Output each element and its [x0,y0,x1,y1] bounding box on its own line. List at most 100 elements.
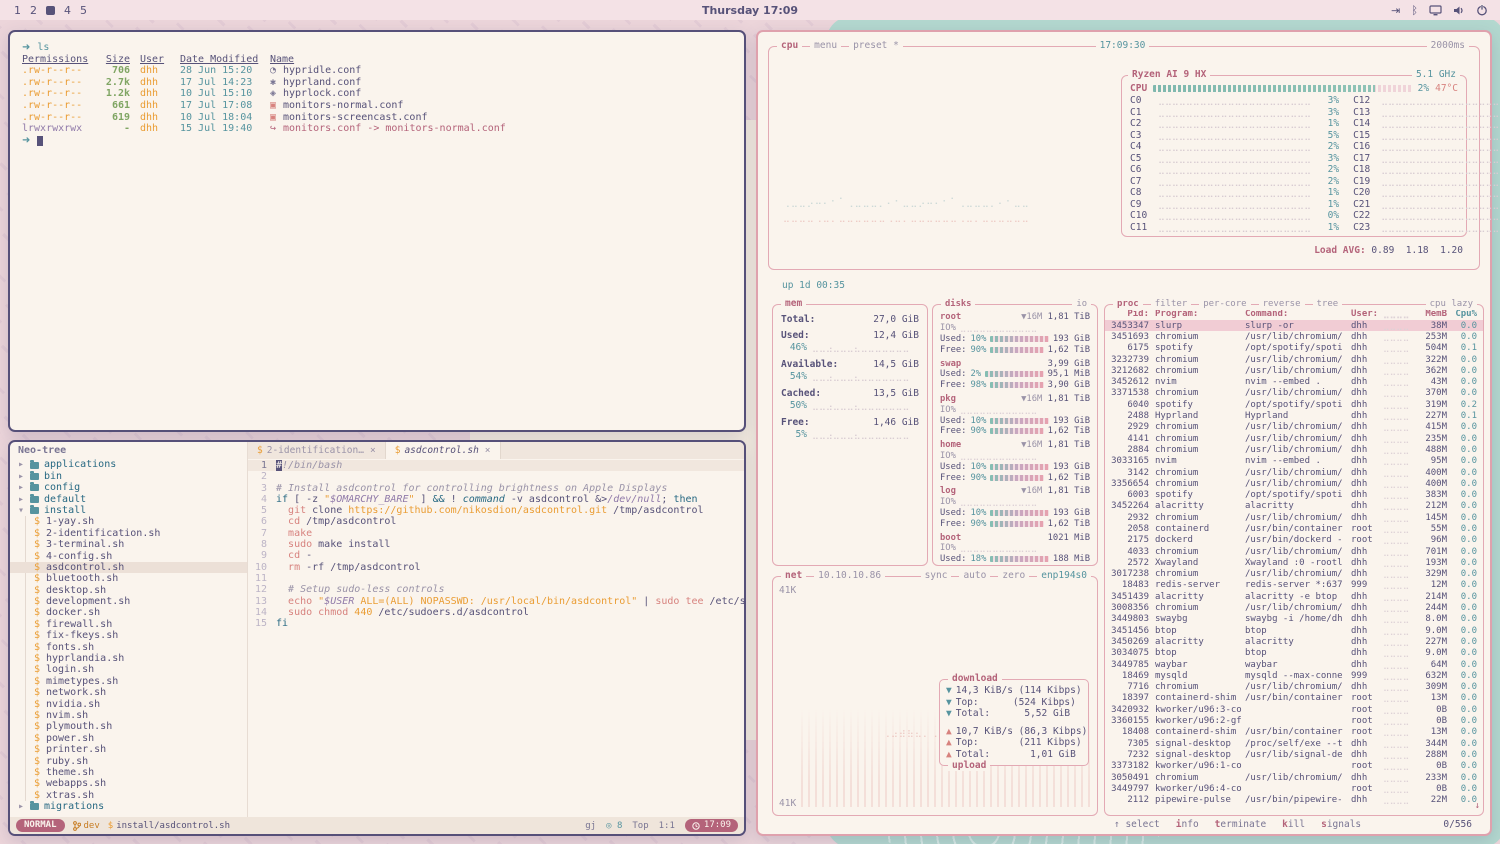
tree-file-asdcontrol.sh[interactable]: $asdcontrol.sh [10,562,247,573]
tree-folder-applications[interactable]: ▸applications [10,459,247,470]
scroll-down-icon[interactable]: ↓ [1475,801,1480,811]
process-row[interactable]: 18397containerd-shim/usr/bin/containerro… [1105,693,1483,704]
process-row[interactable]: 2058containerd/usr/bin/containerroot55M0… [1105,523,1483,534]
close-icon[interactable]: × [370,445,376,456]
tree-folder-default[interactable]: ▸default [10,494,247,505]
process-row[interactable]: 3449797kworker/u96:4-coroot0B0.0 [1105,783,1483,794]
terminal-input-line[interactable]: ➜ [22,135,732,147]
tree-folder-bin[interactable]: ▸bin [10,471,247,482]
process-row[interactable]: 3373182kworker/u96:1-coroot0B0.0 [1105,761,1483,772]
process-row[interactable]: 4141chromium/usr/lib/chromium/dhh235M0.0 [1105,433,1483,444]
process-row[interactable]: 2488HyprlandHyprlanddhh227M0.1 [1105,410,1483,421]
proc-tab-proc[interactable]: proc [1113,298,1143,310]
process-row[interactable]: 3142chromium/usr/lib/chromium/dhh400M0.0 [1105,467,1483,478]
process-row[interactable]: 3232739chromium/usr/lib/chromium/dhh322M… [1105,354,1483,365]
proc-action-info[interactable]: info [1172,819,1203,830]
tree-file-theme.sh[interactable]: $theme.sh [10,767,247,778]
tree-file-4-config.sh[interactable]: $4-config.sh [10,551,247,562]
code-editor[interactable]: 1#!/bin/bash23# Install asdcontrol for c… [248,459,744,817]
process-row[interactable]: 3017238chromium/usr/lib/chromium/dhh329M… [1105,569,1483,580]
process-row[interactable]: 2929chromium/usr/lib/chromium/dhh415M0.0 [1105,422,1483,433]
proc-column-header[interactable]: Command: [1245,309,1351,319]
proc-column-header[interactable]: Program: [1155,309,1245,319]
proc-tab-filter[interactable]: filter [1151,298,1192,310]
editor-window[interactable]: Neo-tree ▸applications▸bin▸config▸defaul… [8,440,746,836]
tree-file-bluetooth.sh[interactable]: $bluetooth.sh [10,573,247,584]
workspace-3[interactable] [46,6,55,15]
proc-action-signals[interactable]: signals [1317,819,1365,830]
terminal-window[interactable]: ➜ ls PermissionsSizeUserDate ModifiedNam… [8,30,746,432]
tree-file-power.sh[interactable]: $power.sh [10,733,247,744]
process-row[interactable]: 7305signal-desktop/proc/self/exe --tdhh3… [1105,738,1483,749]
process-row[interactable]: 7232signal-desktop/usr/lib/signal-dedhh2… [1105,749,1483,760]
process-row[interactable]: 3420932kworker/u96:3-coroot0B0.0 [1105,704,1483,715]
process-row[interactable]: 3371538chromium/usr/lib/chromium/dhh370M… [1105,388,1483,399]
tree-file-nvidia.sh[interactable]: $nvidia.sh [10,699,247,710]
menu-button[interactable]: menu [810,40,841,52]
process-row[interactable]: 3452612nvimnvim --embed .dhh43M0.0 [1105,376,1483,387]
workspace-1[interactable]: 1 [14,4,21,17]
proc-column-header[interactable]: Pid: [1111,309,1155,319]
process-row[interactable]: 3212682chromium/usr/lib/chromium/dhh362M… [1105,365,1483,376]
process-row[interactable]: 3453347slurpslurp -ordhh38M0.0 [1105,320,1483,331]
process-row[interactable]: 2112pipewire-pulse/usr/bin/pipewire-dhh2… [1105,794,1483,805]
process-row[interactable]: 18469mysqldmysqld --max-conne999632M0.0 [1105,670,1483,681]
proc-column-header[interactable]: Cpu% [1447,309,1477,319]
tree-folder-install[interactable]: ▾install [10,505,247,516]
process-row[interactable]: 3050491chromium/usr/lib/chromium/dhh233M… [1105,772,1483,783]
tree-file-hyprlandia.sh[interactable]: $hyprlandia.sh [10,653,247,664]
process-row[interactable]: 2884chromium/usr/lib/chromium/dhh488M0.0 [1105,444,1483,455]
sort-selector[interactable]: cpu lazy [1426,298,1477,310]
proc-tab-tree[interactable]: tree [1313,298,1343,310]
tree-file-login.sh[interactable]: $login.sh [10,664,247,675]
tree-file-firewall.sh[interactable]: $firewall.sh [10,619,247,630]
tree-file-docker.sh[interactable]: $docker.sh [10,607,247,618]
workspace-2[interactable]: 2 [30,4,37,17]
process-row[interactable]: 3450269alacrittyalacrittydhh227M0.0 [1105,636,1483,647]
tree-file-desktop.sh[interactable]: $desktop.sh [10,585,247,596]
process-row[interactable]: 6040spotify/opt/spotify/spotidhh319M0.2 [1105,399,1483,410]
tree-file-plymouth.sh[interactable]: $plymouth.sh [10,721,247,732]
close-icon[interactable]: × [485,445,491,456]
update-interval[interactable]: 2000ms [1427,40,1469,52]
process-row[interactable]: 3034075btopbtopdhh9.0M0.0 [1105,648,1483,659]
logout-icon[interactable]: ⇥ [1391,4,1400,17]
process-row[interactable]: 6175spotify/opt/spotify/spotidhh504M0.1 [1105,343,1483,354]
process-row[interactable]: 18408containerd-shim/usr/bin/containerro… [1105,727,1483,738]
process-row[interactable]: 2175dockerd/usr/bin/dockerd -root96M0.0 [1105,535,1483,546]
preset-button[interactable]: preset * [849,40,903,52]
tab-2-identification[interactable]: $2-identification…× [248,442,386,459]
process-row[interactable]: 3451439alacrittyalacritty -e btopdhh214M… [1105,591,1483,602]
tree-folder-migrations[interactable]: ▸migrations [10,801,247,812]
process-row[interactable]: 3452264alacrittyalacrittydhh212M0.0 [1105,501,1483,512]
process-row[interactable]: 2572XwaylandXwayland :0 -rootldhh193M0.0 [1105,557,1483,568]
network-icon[interactable] [1429,5,1442,16]
net-sync-button[interactable]: sync [921,570,952,582]
power-icon[interactable] [1476,4,1488,16]
tree-file-fix-fkeys.sh[interactable]: $fix-fkeys.sh [10,630,247,641]
tree-file-mimetypes.sh[interactable]: $mimetypes.sh [10,676,247,687]
tree-file-xtras.sh[interactable]: $xtras.sh [10,790,247,801]
tree-file-webapps.sh[interactable]: $webapps.sh [10,778,247,789]
workspace-5[interactable]: 5 [80,4,87,17]
io-toggle[interactable]: io [1072,298,1091,310]
tree-file-fonts.sh[interactable]: $fonts.sh [10,642,247,653]
tree-folder-config[interactable]: ▸config [10,482,247,493]
process-row[interactable]: 18483redis-serverredis-server *:63799912… [1105,580,1483,591]
tree-file-development.sh[interactable]: $development.sh [10,596,247,607]
system-monitor-window[interactable]: cpu menu preset * 17:09:30 2000ms ⢀⣀⣀⡠⠤⠄… [756,30,1492,836]
tree-file-network.sh[interactable]: $network.sh [10,687,247,698]
tree-file-1-yay.sh[interactable]: $1-yay.sh [10,516,247,527]
tab-asdcontrolsh[interactable]: $asdcontrol.sh× [386,442,501,459]
bluetooth-icon[interactable]: ᛒ [1411,4,1418,17]
process-row[interactable]: 3449803swaybgswaybg -i /home/dhdhh8.0M0.… [1105,614,1483,625]
net-zero-button[interactable]: zero [998,570,1029,582]
process-row[interactable]: 3033165nvimnvim --embed .dhh95M0.0 [1105,456,1483,467]
tree-file-printer.sh[interactable]: $printer.sh [10,744,247,755]
process-row[interactable]: 3008356chromium/usr/lib/chromium/dhh244M… [1105,602,1483,613]
proc-action-terminate[interactable]: terminate [1211,819,1271,830]
process-row[interactable]: 4033chromium/usr/lib/chromium/dhh701M0.0 [1105,546,1483,557]
proc-column-header[interactable]: User: [1351,309,1383,319]
proc-tab-per-core[interactable]: per-core [1199,298,1250,310]
process-row[interactable]: 3451456btopbtopdhh9.0M0.0 [1105,625,1483,636]
